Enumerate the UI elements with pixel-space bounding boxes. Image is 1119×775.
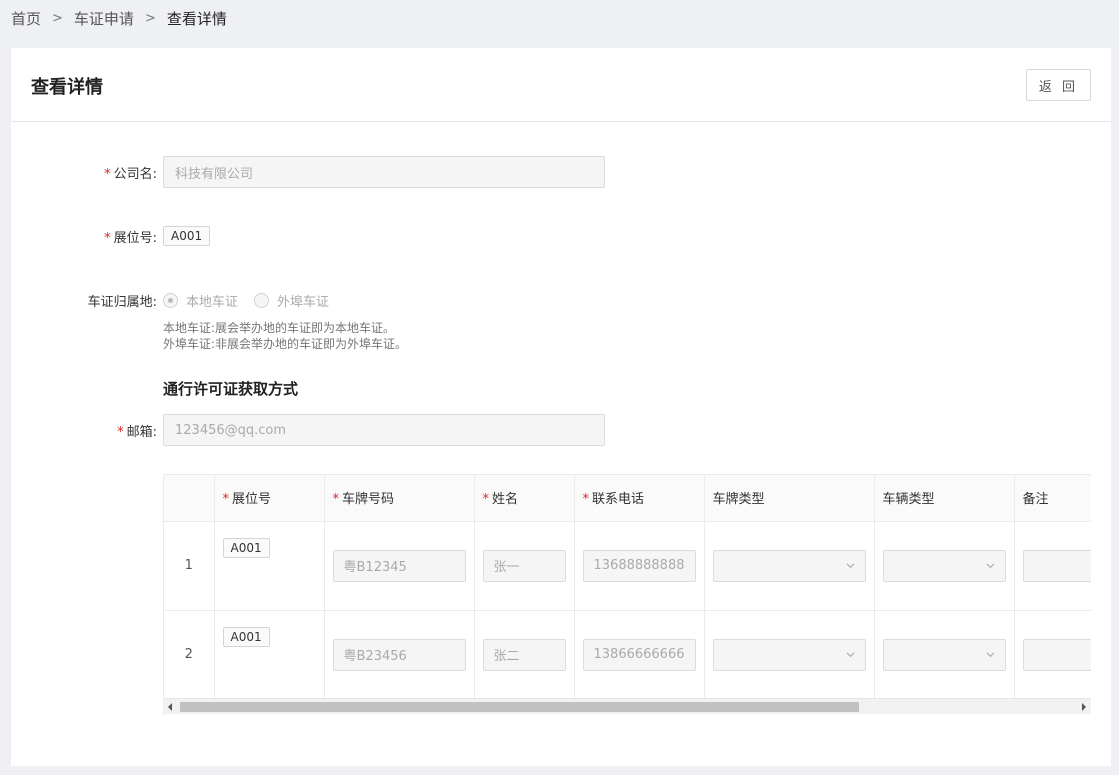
col-booth: * 展位号 bbox=[214, 475, 325, 522]
radio-remote-label[interactable]: 外埠车证 bbox=[277, 291, 329, 310]
plate-type-select[interactable] bbox=[712, 638, 866, 671]
scroll-left-arrow-icon[interactable] bbox=[168, 703, 172, 711]
page-title: 查看详情 bbox=[31, 77, 103, 98]
breadcrumb-home[interactable]: 首页 bbox=[11, 8, 41, 29]
back-button[interactable]: 返 回 bbox=[1026, 69, 1091, 101]
vehicle-type-select[interactable] bbox=[882, 549, 1006, 582]
hint-local: 本地车证:展会举办地的车证即为本地车证。 bbox=[163, 321, 396, 335]
scrollbar-thumb[interactable] bbox=[180, 702, 859, 712]
chevron-down-icon bbox=[986, 651, 994, 657]
col-remark: 备注 bbox=[1014, 475, 1091, 522]
required-mark: * bbox=[104, 166, 111, 182]
row-booth-tag: A001 bbox=[222, 537, 270, 558]
card-header: 查看详情 返 回 bbox=[11, 48, 1111, 122]
section-title: 通行许可证获取方式 bbox=[163, 380, 299, 398]
cert-origin-label: 车证归属地: bbox=[87, 295, 157, 310]
cert-origin-row: 车证归属地: 本地车证 外埠车证 bbox=[11, 291, 345, 310]
row-booth-tag: A001 bbox=[222, 626, 270, 647]
row-index: 2 bbox=[164, 610, 215, 700]
chevron-down-icon bbox=[846, 651, 854, 657]
cert-origin-radio-group: 本地车证 外埠车证 bbox=[163, 291, 345, 310]
chevron-down-icon bbox=[986, 562, 994, 568]
required-mark: * bbox=[117, 424, 124, 440]
breadcrumb-separator: > bbox=[144, 11, 156, 26]
name-input[interactable]: 张二 bbox=[482, 638, 566, 671]
company-label: * 公司名: bbox=[104, 166, 157, 182]
col-vehicle-type: 车辆类型 bbox=[874, 475, 1015, 522]
email-row: * 邮箱: 123456@qq.com bbox=[11, 414, 605, 446]
booth-row: * 展位号: A001 bbox=[11, 226, 211, 246]
name-input[interactable]: 张一 bbox=[482, 549, 566, 582]
breadcrumb-current: 查看详情 bbox=[166, 10, 227, 28]
vehicle-type-select[interactable] bbox=[882, 638, 1006, 671]
phone-input[interactable]: 13688888888 bbox=[582, 549, 696, 582]
col-name: * 姓名 bbox=[474, 475, 575, 522]
table-row: 1 A001 粤B12345 张一 13688888888 bbox=[164, 521, 1091, 611]
booth-tag: A001 bbox=[163, 226, 211, 246]
plate-input[interactable]: 粤B12345 bbox=[332, 549, 466, 582]
remark-input[interactable] bbox=[1022, 549, 1091, 582]
required-mark: * bbox=[104, 230, 111, 246]
table-row: 2 A001 粤B23456 张二 13866666666 bbox=[164, 610, 1091, 700]
company-input[interactable]: 科技有限公司 bbox=[163, 156, 605, 188]
scroll-right-arrow-icon[interactable] bbox=[1082, 703, 1086, 711]
col-phone: * 联系电话 bbox=[574, 475, 705, 522]
email-input[interactable]: 123456@qq.com bbox=[163, 414, 605, 446]
chevron-down-icon bbox=[846, 562, 854, 568]
remark-input[interactable] bbox=[1022, 638, 1091, 671]
col-plate: * 车牌号码 bbox=[324, 475, 475, 522]
email-label: * 邮箱: bbox=[117, 424, 157, 440]
vehicle-table: * 展位号 * 车牌号码 * 姓名 * 联系电话 车牌类型 车辆类型 备注 1 A001… bbox=[163, 474, 1091, 716]
hint-remote: 外埠车证:非展会举办地的车证即为外埠车证。 bbox=[163, 337, 408, 351]
phone-input[interactable]: 13866666666 bbox=[582, 638, 696, 671]
radio-local-label[interactable]: 本地车证 bbox=[186, 291, 238, 310]
booth-label: * 展位号: bbox=[104, 230, 157, 246]
col-plate-type: 车牌类型 bbox=[704, 475, 875, 522]
plate-type-select[interactable] bbox=[712, 549, 866, 582]
horizontal-scrollbar[interactable] bbox=[163, 698, 1091, 714]
radio-remote[interactable] bbox=[254, 293, 270, 308]
breadcrumb-parent[interactable]: 车证申请 bbox=[74, 8, 134, 29]
row-index: 1 bbox=[164, 521, 215, 611]
breadcrumb: 首页 > 车证申请 > 查看详情 bbox=[11, 8, 227, 29]
col-index bbox=[164, 475, 215, 522]
detail-card: 查看详情 返 回 * 公司名: 科技有限公司 * 展位号: A001 车证归属地: … bbox=[11, 48, 1111, 766]
breadcrumb-separator: > bbox=[52, 11, 63, 26]
radio-local[interactable] bbox=[163, 293, 178, 308]
company-row: * 公司名: 科技有限公司 bbox=[11, 156, 605, 188]
table-header: * 展位号 * 车牌号码 * 姓名 * 联系电话 车牌类型 车辆类型 备注 bbox=[164, 475, 1091, 522]
plate-input[interactable]: 粤B23456 bbox=[332, 638, 466, 671]
